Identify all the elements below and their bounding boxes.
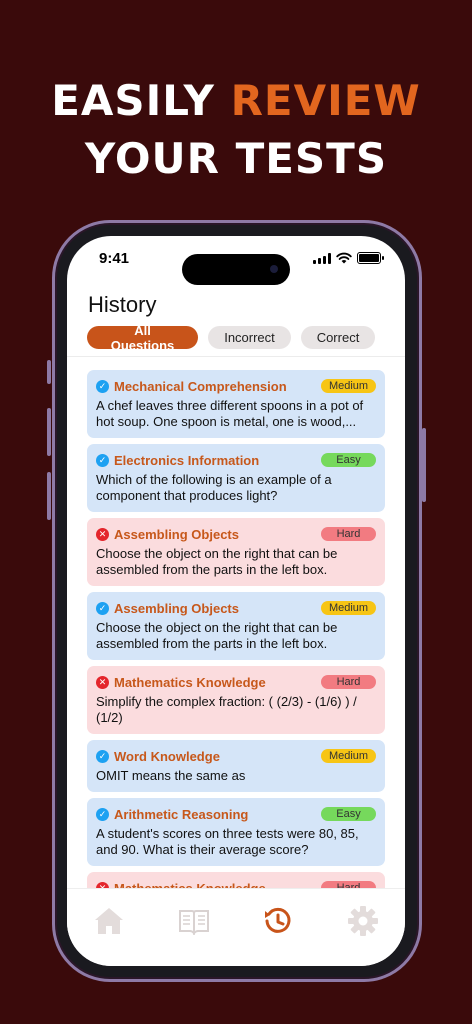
item-question: OMIT means the same as: [96, 768, 246, 783]
item-question: Choose the object on the right that can …: [96, 546, 338, 577]
history-item[interactable]: ✓ Word Knowledge Medium OMIT means the s…: [87, 740, 385, 792]
tab-study[interactable]: [174, 903, 214, 939]
difficulty-badge: Easy: [321, 807, 376, 821]
headline-line-2: your tests: [84, 134, 388, 183]
difficulty-badge: Hard: [321, 675, 376, 689]
tab-history[interactable]: [258, 903, 298, 939]
promo-headline: Easily review your tests: [0, 72, 472, 188]
check-icon: ✓: [96, 807, 109, 821]
difficulty-badge: Medium: [321, 379, 376, 393]
check-icon: ✓: [96, 453, 109, 467]
page-title: History: [88, 292, 157, 317]
item-subject: Mathematics Knowledge: [114, 674, 266, 690]
item-question: A chef leaves three different spoons in …: [96, 398, 364, 429]
filter-incorrect[interactable]: Incorrect: [208, 326, 291, 349]
item-subject: Word Knowledge: [114, 748, 220, 764]
x-icon: ✕: [96, 527, 109, 541]
wifi-icon: [336, 252, 352, 264]
book-icon: [178, 910, 209, 935]
status-time: 9:41: [99, 250, 130, 267]
app-screen: 9:41 History All Questions Incorrect Cor…: [67, 236, 405, 966]
item-subject: Electronics Information: [114, 452, 260, 468]
history-item[interactable]: ✕ Mathematics Knowledge Hard Simplify th…: [87, 666, 385, 734]
history-icon: [265, 907, 291, 933]
camera-icon: [270, 265, 278, 273]
history-item[interactable]: ✓ Assembling Objects Medium Choose the o…: [87, 592, 385, 660]
signal-icon: [313, 252, 331, 264]
filter-tabs: All Questions Incorrect Correct: [87, 323, 375, 353]
phone-volume-up: [47, 408, 51, 456]
header-divider: [67, 356, 405, 357]
check-icon: ✓: [96, 749, 109, 763]
status-icons: [313, 252, 384, 264]
dynamic-island: [182, 254, 290, 285]
item-question: Choose the object on the right that can …: [96, 620, 338, 651]
status-bar: 9:41: [67, 236, 405, 286]
headline-prefix: Easily: [51, 76, 231, 125]
item-subject: Assembling Objects: [114, 526, 239, 542]
phone-volume-down: [47, 472, 51, 520]
history-item[interactable]: ✓ Arithmetic Reasoning Easy A student's …: [87, 798, 385, 866]
history-item[interactable]: ✕ Assembling Objects Hard Choose the obj…: [87, 518, 385, 586]
filter-all-questions[interactable]: All Questions: [87, 323, 198, 353]
item-question: A student's scores on three tests were 8…: [96, 826, 359, 857]
item-question: Which of the following is an example of …: [96, 472, 332, 503]
headline-line-1: Easily review: [0, 72, 472, 130]
tab-bar: [67, 888, 405, 966]
battery-icon: [357, 252, 384, 264]
home-icon: [95, 908, 124, 934]
tab-settings[interactable]: [343, 903, 383, 939]
phone-power-button: [422, 428, 426, 502]
filter-correct[interactable]: Correct: [301, 326, 375, 349]
item-question: Simplify the complex fraction: ( (2/3) -…: [96, 694, 357, 725]
difficulty-badge: Medium: [321, 749, 376, 763]
difficulty-badge: Hard: [321, 527, 376, 541]
history-list: ✓ Mechanical Comprehension Medium A chef…: [87, 370, 385, 914]
phone-silent-switch: [47, 360, 51, 384]
check-icon: ✓: [96, 379, 109, 393]
x-icon: ✕: [96, 675, 109, 689]
gear-icon: [347, 906, 378, 936]
tab-home[interactable]: [89, 903, 129, 939]
history-item[interactable]: ✓ Mechanical Comprehension Medium A chef…: [87, 370, 385, 438]
difficulty-badge: Medium: [321, 601, 376, 615]
difficulty-badge: Easy: [321, 453, 376, 467]
item-subject: Mechanical Comprehension: [114, 378, 287, 394]
check-icon: ✓: [96, 601, 109, 615]
history-item[interactable]: ✓ Electronics Information Easy Which of …: [87, 444, 385, 512]
headline-accent: review: [230, 76, 421, 125]
item-subject: Arithmetic Reasoning: [114, 806, 249, 822]
item-subject: Assembling Objects: [114, 600, 239, 616]
